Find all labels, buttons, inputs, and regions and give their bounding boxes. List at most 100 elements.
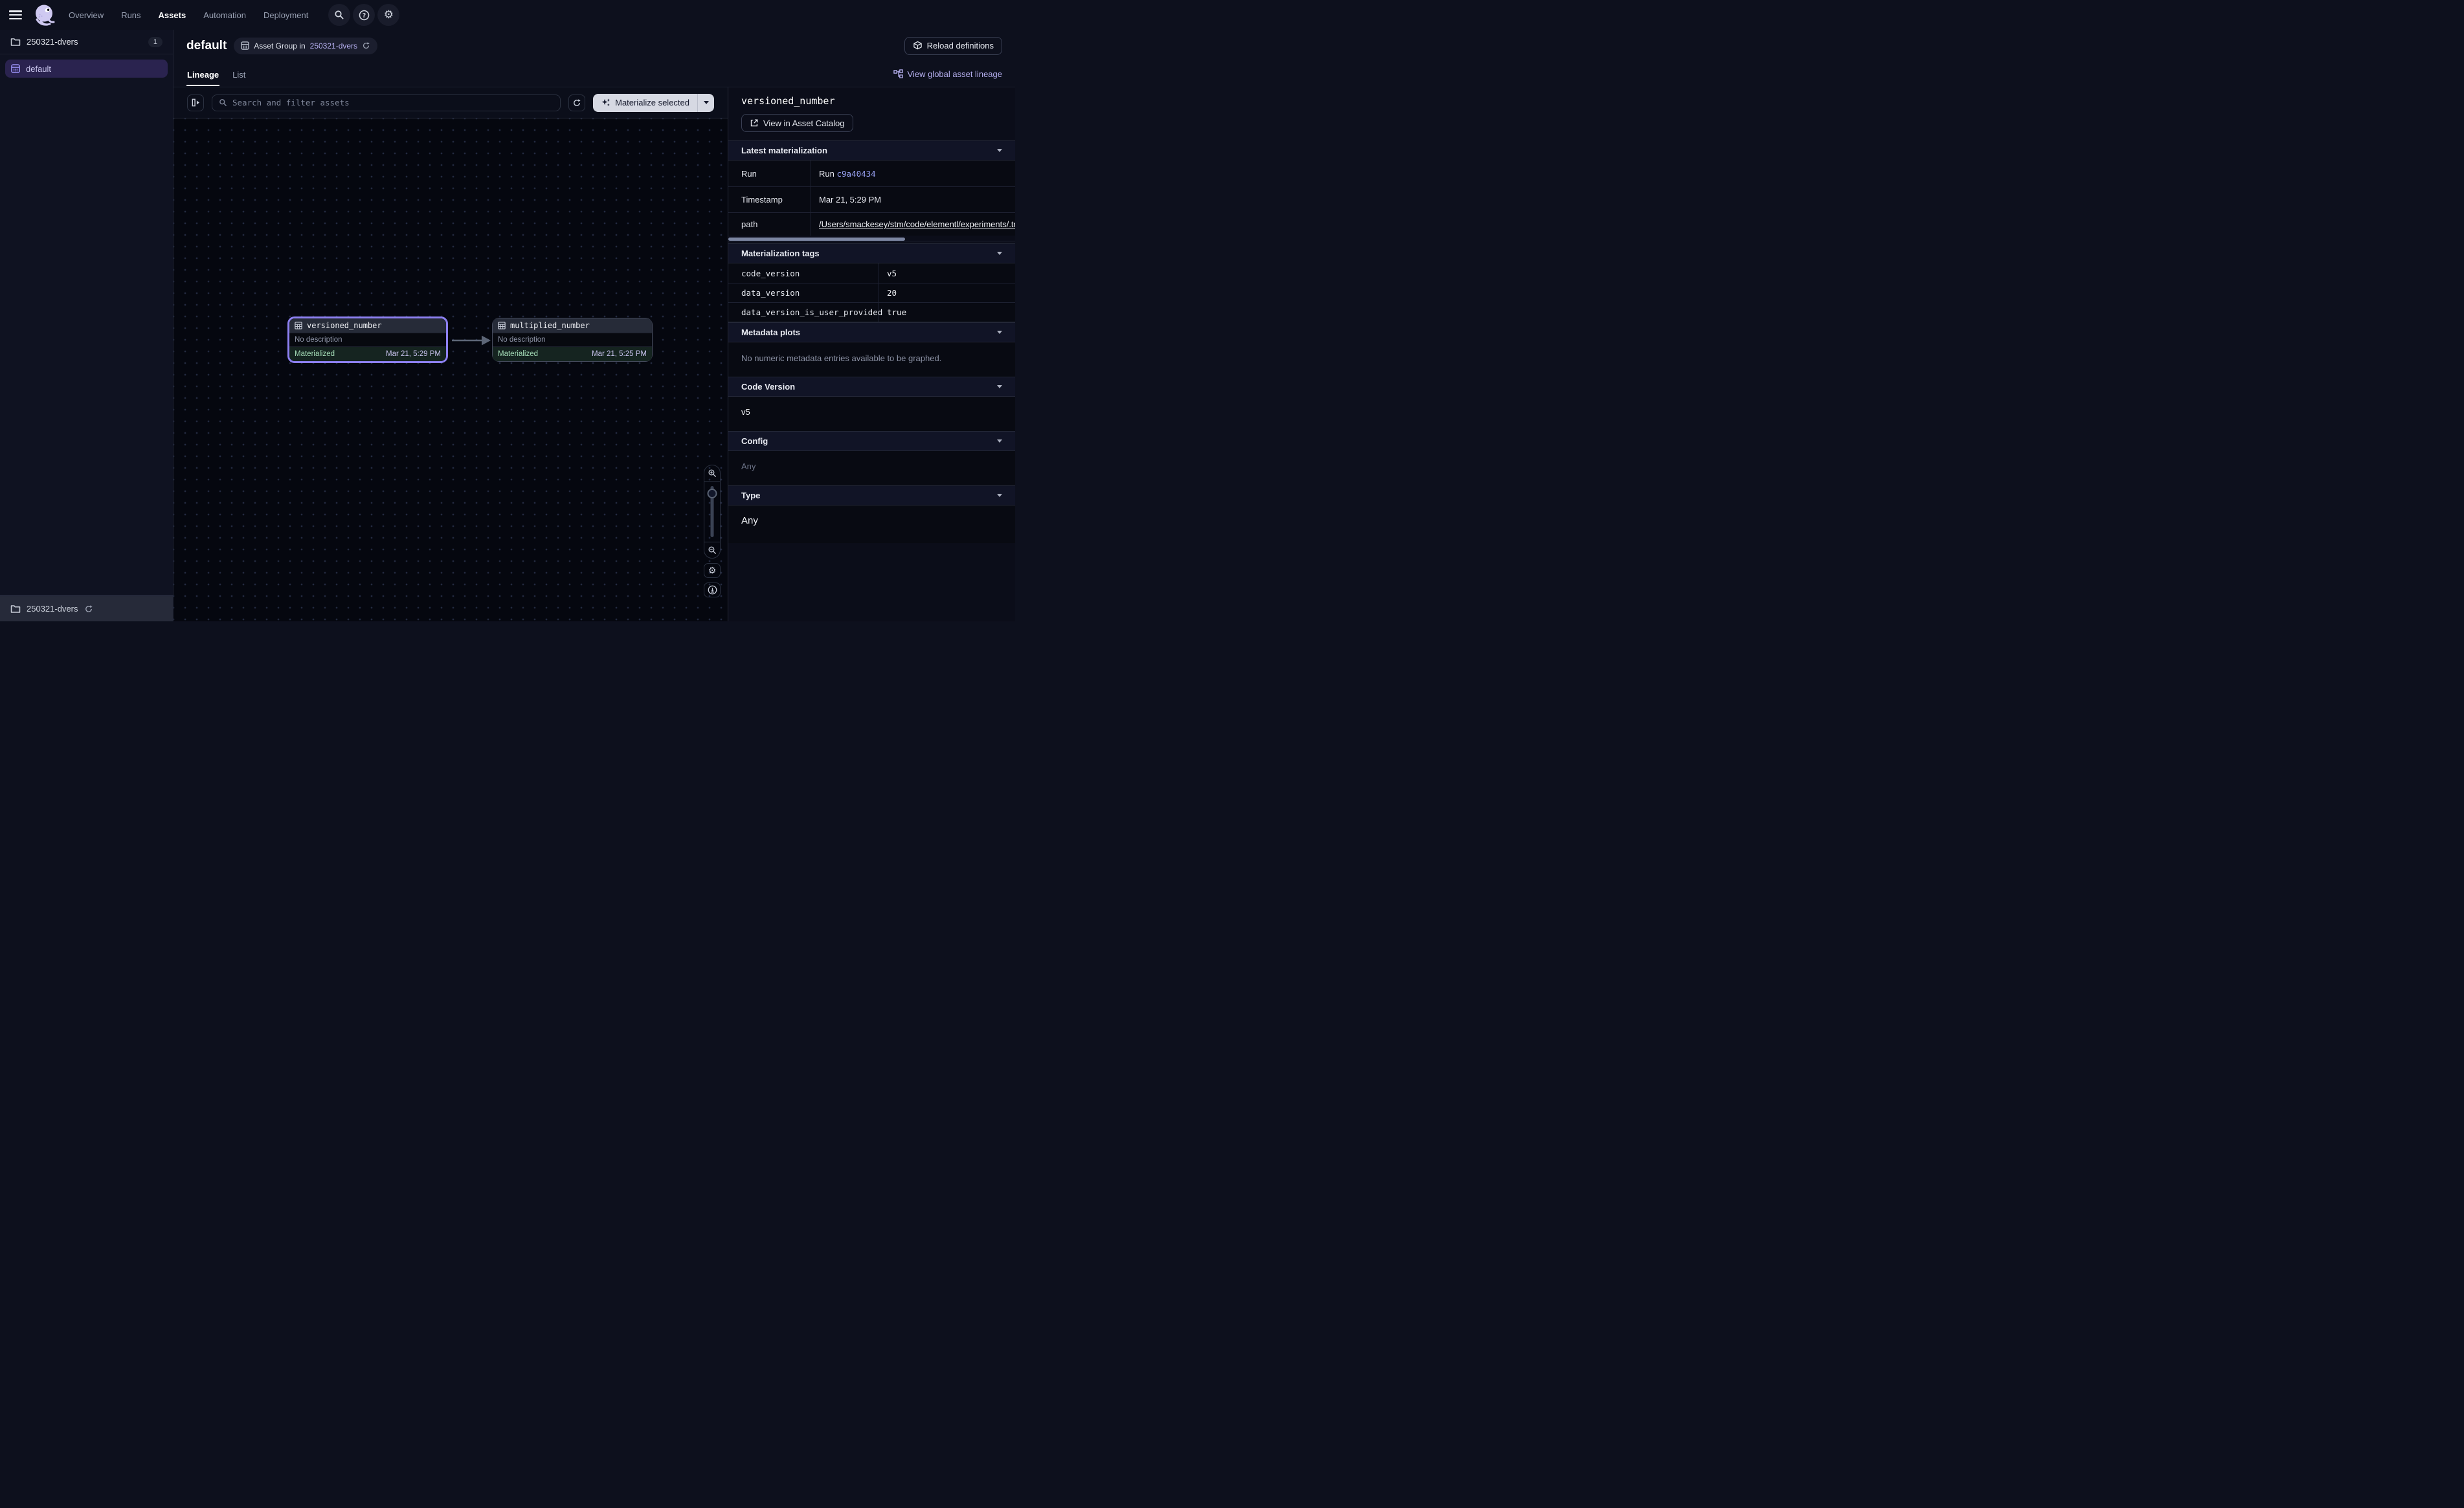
asset-node-description: No description xyxy=(289,333,446,347)
asset-group-icon xyxy=(11,64,20,73)
asset-search-box[interactable] xyxy=(212,94,561,111)
row-value: /Users/smackesey/stm/code/elementl/exper… xyxy=(811,213,1015,236)
view-in-asset-catalog-button[interactable]: View in Asset Catalog xyxy=(741,114,853,132)
tag-value: v5 xyxy=(879,263,1015,283)
sidebar-group-row[interactable]: 250321-dvers 1 xyxy=(0,30,173,54)
lineage-graph-icon xyxy=(893,69,903,79)
materialization-timestamp: Mar 21, 5:25 PM xyxy=(592,350,647,358)
asset-node-multiplied-number[interactable]: multiplied_number No description Materia… xyxy=(492,318,653,362)
view-global-asset-lineage-label: View global asset lineage xyxy=(908,69,1002,79)
search-input[interactable] xyxy=(232,98,554,107)
section-title: Code Version xyxy=(741,382,795,392)
folder-icon xyxy=(10,604,21,614)
hamburger-menu-icon[interactable] xyxy=(9,10,22,19)
sidebar-group-label: 250321-dvers xyxy=(27,37,78,47)
row-value: Mar 21, 5:29 PM xyxy=(811,187,1015,212)
graph-settings-button[interactable]: ⚙ xyxy=(704,563,721,578)
collapse-caret-icon xyxy=(997,331,1002,334)
panel-header: versioned_number View in Asset Catalog xyxy=(728,87,1015,140)
reload-definitions-label: Reload definitions xyxy=(927,41,994,50)
chevron-down-icon xyxy=(704,101,709,104)
lineage-edge-arrow xyxy=(450,316,493,363)
materialization-tags-table: code_version v5 data_version 20 data_ver… xyxy=(728,263,1015,322)
type-value: Any xyxy=(728,505,1015,543)
lineage-canvas[interactable]: versioned_number No description Material… xyxy=(174,118,728,621)
section-code-version[interactable]: Code Version xyxy=(728,377,1015,396)
download-image-button[interactable] xyxy=(704,582,721,597)
refresh-icon[interactable] xyxy=(362,41,370,50)
gear-icon: ⚙ xyxy=(708,566,717,576)
zoom-out-button[interactable] xyxy=(704,542,720,558)
tab-bar: Lineage List View global asset lineage xyxy=(174,61,1015,87)
expand-sidebar-panel-button[interactable] xyxy=(187,94,204,111)
asset-node-footer: Materialized Mar 21, 5:29 PM xyxy=(289,347,446,361)
search-icon xyxy=(334,10,344,20)
run-id-link[interactable]: c9a40434 xyxy=(836,169,875,179)
search-button[interactable] xyxy=(328,4,350,26)
type-body: Any xyxy=(728,505,1015,543)
asset-group-badge-text: Asset Group in xyxy=(254,41,305,50)
sidebar-footer[interactable]: 250321-dvers xyxy=(0,595,173,621)
latest-materialization-table: Run Run c9a40434 Timestamp Mar 21, 5:29 … xyxy=(728,160,1015,236)
refresh-graph-button[interactable] xyxy=(568,94,585,111)
scrollbar-thumb[interactable] xyxy=(728,238,905,241)
sidebar-item-default[interactable]: default xyxy=(5,60,168,78)
section-config[interactable]: Config xyxy=(728,431,1015,450)
section-type[interactable]: Type xyxy=(728,485,1015,505)
path-link[interactable]: /Users/smackesey/stm/code/elementl/exper… xyxy=(819,219,1015,229)
section-title: Metadata plots xyxy=(741,327,800,337)
code-version-value: v5 xyxy=(728,397,1015,431)
download-icon xyxy=(708,585,717,595)
asset-groups-sidebar: 250321-dvers 1 default 250321-dvers xyxy=(0,30,174,621)
config-body: Any xyxy=(728,450,1015,485)
table-row: data_version_is_user_provided true xyxy=(728,302,1015,322)
materialize-selected-label: Materialize selected xyxy=(615,98,689,107)
row-key: Timestamp xyxy=(728,187,811,212)
zoom-slider-knob[interactable] xyxy=(708,489,717,498)
sidebar-footer-label: 250321-dvers xyxy=(27,604,78,614)
tab-list[interactable]: List xyxy=(232,63,246,86)
sidebar-item-label: default xyxy=(26,64,51,74)
reload-definitions-button[interactable]: Reload definitions xyxy=(904,37,1002,55)
asset-group-icon xyxy=(241,41,249,50)
nav-item-assets[interactable]: Assets xyxy=(159,10,186,20)
table-row: Timestamp Mar 21, 5:29 PM xyxy=(728,186,1015,212)
section-latest-materialization[interactable]: Latest materialization xyxy=(728,140,1015,160)
top-nav: Overview Runs Assets Automation Deployme… xyxy=(0,0,1015,30)
page-title: default xyxy=(186,39,227,53)
config-value: Any xyxy=(728,451,1015,485)
zoom-in-button[interactable] xyxy=(704,465,720,482)
tab-lineage[interactable]: Lineage xyxy=(186,63,219,86)
view-global-asset-lineage-link[interactable]: View global asset lineage xyxy=(893,69,1002,79)
tag-key: data_version_is_user_provided xyxy=(728,303,879,322)
status-badge: Materialized xyxy=(295,350,335,358)
materialization-timestamp: Mar 21, 5:29 PM xyxy=(386,350,441,358)
materialize-selected-button[interactable]: Materialize selected xyxy=(593,94,714,112)
row-key: path xyxy=(728,213,811,236)
refresh-icon[interactable] xyxy=(84,604,93,614)
nav-item-overview[interactable]: Overview xyxy=(69,10,104,20)
main-area: default Asset Group in 250321-dvers Relo… xyxy=(174,30,1015,621)
svg-text:?: ? xyxy=(363,12,366,19)
zoom-slider[interactable] xyxy=(704,482,720,542)
nav-item-deployment[interactable]: Deployment xyxy=(263,10,308,20)
asset-node-header: multiplied_number xyxy=(493,318,652,333)
collapse-caret-icon xyxy=(997,494,1002,497)
nav-item-runs[interactable]: Runs xyxy=(121,10,140,20)
row-key: Run xyxy=(728,161,811,186)
metadata-plots-body: No numeric metadata entries available to… xyxy=(728,342,1015,377)
table-row: Run Run c9a40434 xyxy=(728,161,1015,186)
section-materialization-tags[interactable]: Materialization tags xyxy=(728,243,1015,263)
materialize-dropdown-button[interactable] xyxy=(697,94,714,112)
dagster-logo[interactable] xyxy=(31,2,57,28)
section-metadata-plots[interactable]: Metadata plots xyxy=(728,322,1015,342)
asset-group-badge-link[interactable]: 250321-dvers xyxy=(310,41,357,50)
help-button[interactable]: ? xyxy=(353,4,375,26)
asset-node-versioned-number[interactable]: versioned_number No description Material… xyxy=(287,316,448,363)
horizontal-scrollbar xyxy=(728,238,1015,241)
nav-item-automation[interactable]: Automation xyxy=(203,10,246,20)
settings-button[interactable]: ⚙ xyxy=(377,4,399,26)
content-split: Materialize selected versioned_number No… xyxy=(174,87,1015,621)
refresh-icon xyxy=(572,98,581,107)
panel-expand-icon xyxy=(191,98,201,107)
